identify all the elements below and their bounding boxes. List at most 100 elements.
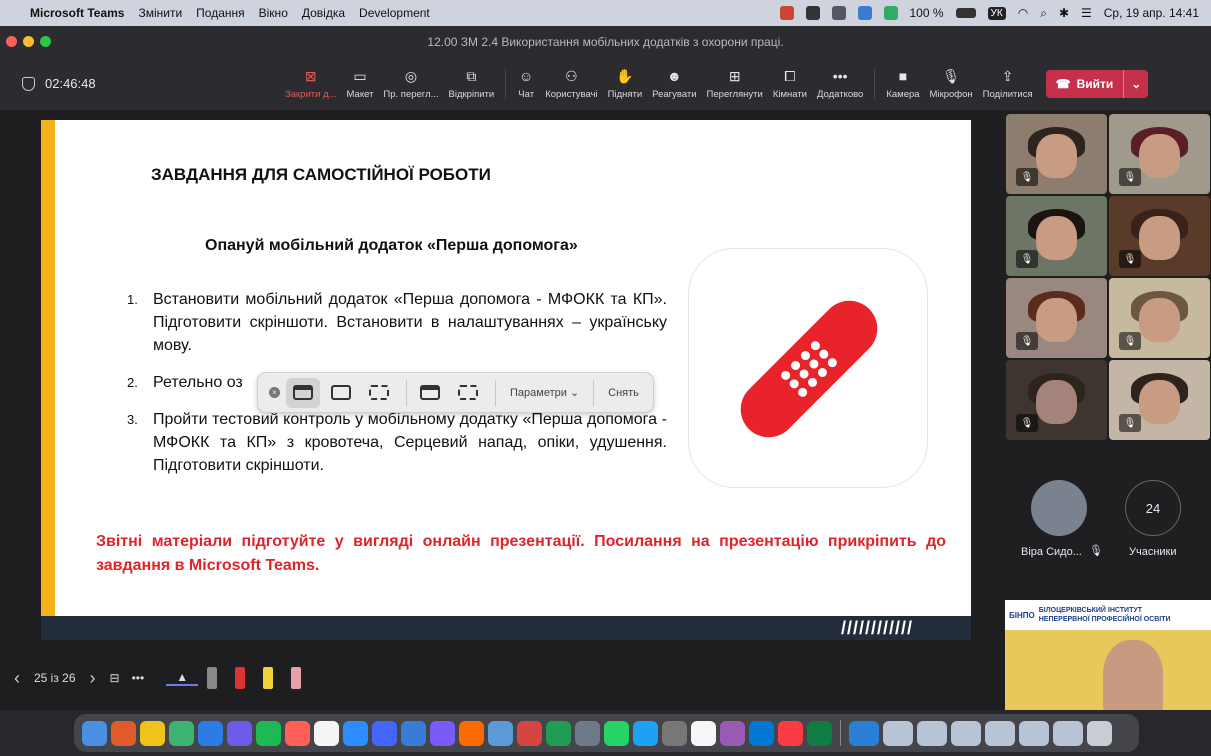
spotlight-icon[interactable]: ⌕ <box>1040 6 1047 21</box>
participant-video[interactable]: 🎙 <box>1006 196 1107 276</box>
dock-app-icon[interactable] <box>604 720 629 746</box>
capture-window-button[interactable] <box>324 378 358 408</box>
dock-app-icon[interactable] <box>662 720 687 746</box>
toolbar-button[interactable]: ⊠ Закрити д... <box>280 62 342 106</box>
dock-app-icon[interactable] <box>691 720 716 746</box>
record-selection-button[interactable] <box>451 378 485 408</box>
menu-item-window[interactable]: Вікно <box>259 6 288 20</box>
pointer-tool-icon[interactable]: ▲ <box>166 670 199 686</box>
participant-video[interactable]: 🎙 <box>1006 278 1107 358</box>
more-icon[interactable]: ••• <box>132 671 167 685</box>
grid-view-icon[interactable]: ⊟ <box>110 671 132 685</box>
input-language-badge[interactable]: УК <box>987 6 1006 20</box>
capture-button[interactable]: Снять <box>600 387 647 399</box>
next-slide-button[interactable]: › <box>76 668 110 689</box>
tray-app-icon[interactable] <box>883 6 898 20</box>
dock-app-icon[interactable] <box>575 720 600 746</box>
pen-tool-icon[interactable] <box>207 667 218 689</box>
datetime[interactable]: Ср, 19 апр. 14:41 <box>1104 6 1199 20</box>
dock-minimized-window[interactable] <box>917 720 947 746</box>
close-icon[interactable]: × <box>269 387 280 398</box>
dock-minimized-window[interactable] <box>883 720 913 746</box>
toolbar-button[interactable]: ▭ Макет <box>342 62 379 106</box>
tray-app-icon[interactable] <box>779 6 794 20</box>
capture-selection-button[interactable] <box>362 378 396 408</box>
participant-video[interactable]: 🎙 <box>1109 278 1210 358</box>
toolbar-button[interactable]: ⧉ Відкріпити <box>444 62 500 106</box>
menu-item-help[interactable]: Довідка <box>302 6 345 20</box>
dock-app-icon[interactable] <box>720 720 745 746</box>
dock-minimized-window[interactable] <box>1019 720 1049 746</box>
dock-app-icon[interactable] <box>256 720 281 746</box>
record-screen-button[interactable] <box>413 378 447 408</box>
participant-video[interactable]: 🎙 <box>1109 360 1210 440</box>
dock-minimized-window[interactable] <box>951 720 981 746</box>
dock-app-icon[interactable] <box>82 720 107 746</box>
toolbar-button[interactable]: ••• Додатково <box>812 62 868 106</box>
options-dropdown[interactable]: Параметри ⌄ <box>502 386 587 399</box>
toolbar-button[interactable]: ⇪ Поділитися <box>978 62 1038 106</box>
red-pen-icon[interactable] <box>235 667 246 689</box>
dock-app-icon[interactable] <box>111 720 136 746</box>
menu-app-name[interactable]: Microsoft Teams <box>30 6 124 20</box>
wifi-icon[interactable]: ◠ <box>1018 6 1028 20</box>
bluetooth-icon[interactable]: ✱ <box>1059 6 1069 20</box>
leave-button[interactable]: ☎ Вийти ⌄ <box>1045 69 1149 98</box>
chevron-down-icon[interactable]: ⌄ <box>1123 69 1148 98</box>
dock-app-icon[interactable] <box>778 720 803 746</box>
menu-item-view[interactable]: Подання <box>196 6 244 20</box>
dock-app-icon[interactable] <box>314 720 339 746</box>
toolbar-button[interactable]: ■ Камера <box>881 62 924 106</box>
tray-app-icon[interactable] <box>805 6 820 20</box>
toolbar-button[interactable]: 🎙 Мікрофон <box>925 62 978 106</box>
participant-video[interactable]: 🎙 <box>1109 114 1210 194</box>
close-window-button[interactable] <box>6 36 17 47</box>
dock-minimized-window[interactable] <box>1053 720 1083 746</box>
participant-video[interactable]: 🎙 <box>1006 360 1107 440</box>
dock-app-icon[interactable] <box>140 720 165 746</box>
avatar[interactable] <box>1031 480 1087 536</box>
participant-video[interactable]: 🎙 <box>1109 196 1210 276</box>
menu-item-development[interactable]: Development <box>359 6 430 20</box>
dock-app-icon[interactable] <box>227 720 252 746</box>
dock-minimized-window[interactable] <box>849 720 879 746</box>
control-center-icon[interactable]: ☰ <box>1081 6 1092 20</box>
self-view-video[interactable]: БІНПО БІЛОЦЕРКІВСЬКИЙ ІНСТИТУТ НЕПЕРЕРВН… <box>1005 600 1211 716</box>
capture-entire-screen-button[interactable] <box>286 377 320 408</box>
dock-app-icon[interactable] <box>488 720 513 746</box>
dock-app-icon[interactable] <box>169 720 194 746</box>
dock-app-icon[interactable] <box>459 720 484 746</box>
dock-app-icon[interactable] <box>198 720 223 746</box>
shield-icon[interactable] <box>22 76 35 91</box>
trash-icon[interactable] <box>1087 720 1112 746</box>
dock-minimized-window[interactable] <box>985 720 1015 746</box>
dock-app-icon[interactable] <box>372 720 397 746</box>
dock-app-icon[interactable] <box>343 720 368 746</box>
minimize-window-button[interactable] <box>23 36 34 47</box>
dock-app-icon[interactable] <box>517 720 542 746</box>
dock-app-icon[interactable] <box>430 720 455 746</box>
battery-icon[interactable] <box>955 8 976 18</box>
dock-app-icon[interactable] <box>401 720 426 746</box>
toolbar-button[interactable]: ✋ Підняти <box>603 62 648 106</box>
dock-app-icon[interactable] <box>546 720 571 746</box>
eraser-icon[interactable] <box>291 667 302 689</box>
participants-count-button[interactable]: 24 <box>1125 480 1181 536</box>
zoom-window-button[interactable] <box>40 36 51 47</box>
toolbar-button[interactable]: ⚇ Користувачі <box>540 62 602 106</box>
menu-item-edit[interactable]: Змінити <box>138 6 182 20</box>
dock-app-icon[interactable] <box>807 720 832 746</box>
tray-app-icon[interactable] <box>831 6 846 20</box>
dock-app-icon[interactable] <box>285 720 310 746</box>
tray-app-icon[interactable] <box>857 6 872 20</box>
toolbar-button[interactable]: ☺ Чат <box>512 62 540 106</box>
toolbar-button[interactable]: ◎ Пр. перегл... <box>378 62 443 106</box>
participant-video[interactable]: 🎙 <box>1006 114 1107 194</box>
toolbar-button[interactable]: ☻ Реагувати <box>647 62 701 106</box>
dock-app-icon[interactable] <box>633 720 658 746</box>
toolbar-button[interactable]: ⊞ Переглянути <box>702 62 768 106</box>
toolbar-button[interactable]: ⧠ Кімнати <box>768 62 812 106</box>
highlighter-icon[interactable] <box>263 667 274 689</box>
dock-app-icon[interactable] <box>749 720 774 746</box>
prev-slide-button[interactable]: ‹ <box>0 668 34 689</box>
